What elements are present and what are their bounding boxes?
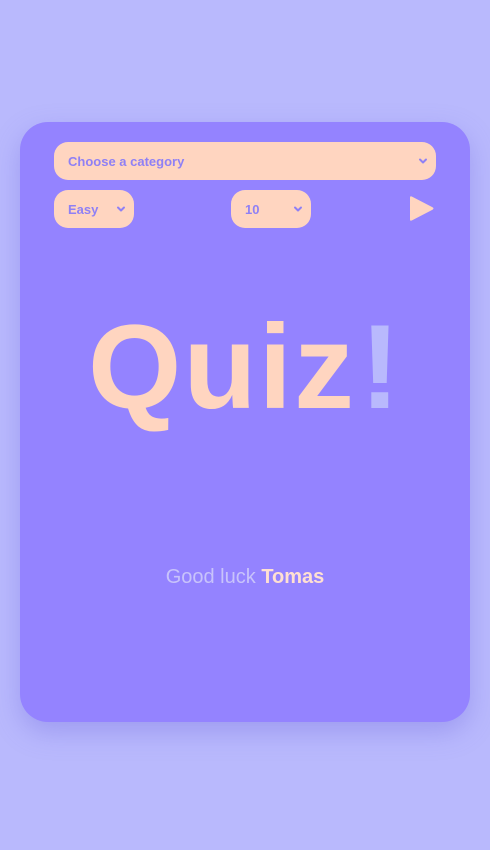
question-amount-select[interactable]: 10	[231, 190, 311, 228]
quiz-title-word: Quiz	[88, 300, 356, 434]
player-name: Tomas	[261, 566, 325, 588]
chevron-down-icon	[293, 204, 303, 214]
category-select-value: Choose a category	[68, 153, 185, 169]
chevron-down-icon	[116, 204, 126, 214]
chevron-down-icon	[418, 156, 428, 166]
quiz-title: Quiz!	[20, 302, 470, 432]
greeting-prefix: Good luck	[165, 566, 256, 588]
quiz-card: Choose a category Easy 10 Quiz! Good luc…	[20, 122, 470, 722]
difficulty-select[interactable]: Easy	[54, 190, 134, 228]
question-amount-select-value: 10	[245, 201, 260, 217]
play-icon	[410, 196, 434, 221]
start-quiz-button[interactable]	[406, 194, 436, 224]
greeting-message: Good luck Tomas	[20, 566, 470, 589]
quiz-title-exclamation: !	[360, 300, 402, 434]
category-select[interactable]: Choose a category	[54, 142, 436, 180]
difficulty-select-value: Easy	[68, 201, 99, 217]
